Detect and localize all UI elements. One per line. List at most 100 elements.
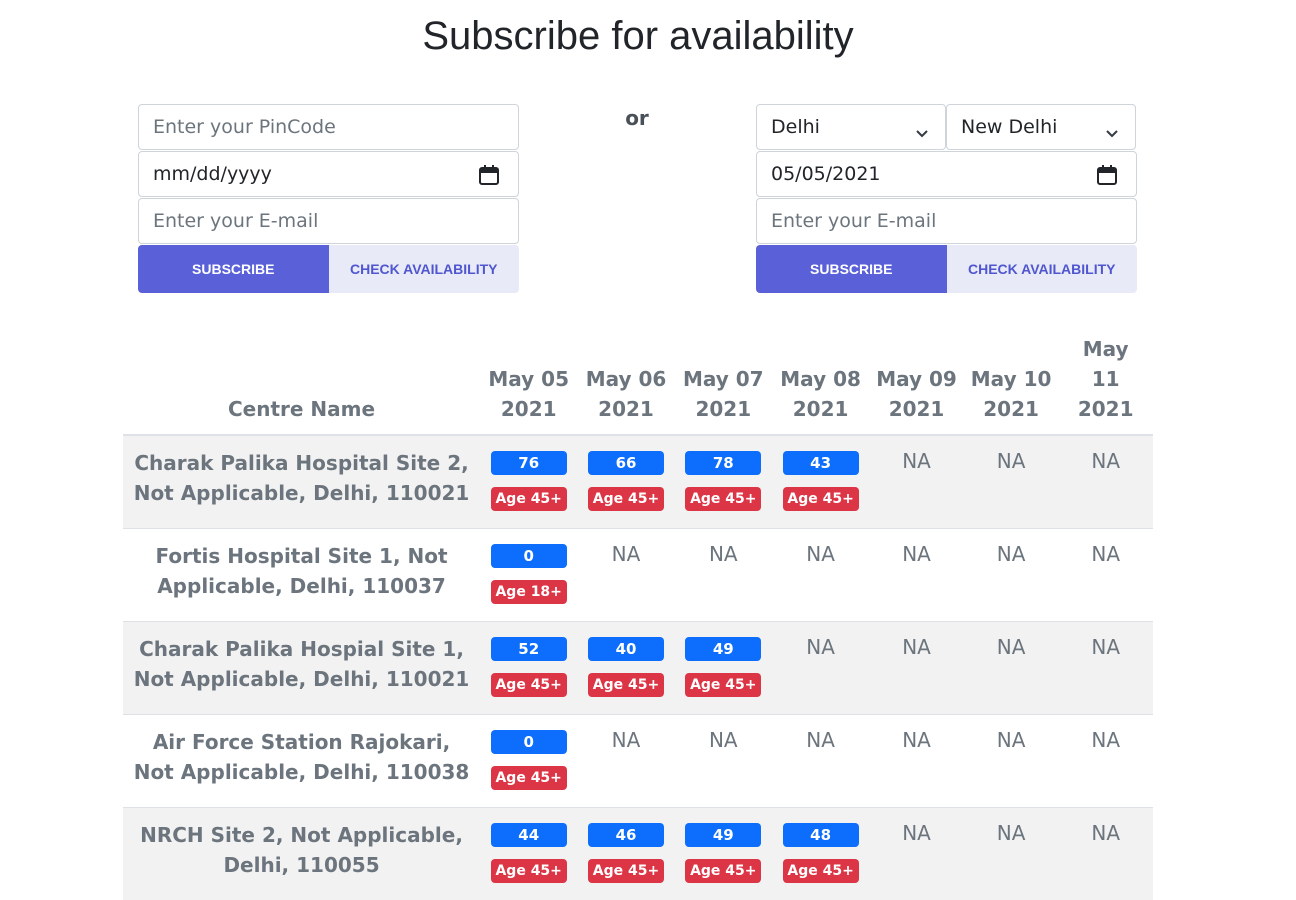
slot-cell: NA (1058, 529, 1153, 622)
age-badge: Age 45+ (783, 859, 859, 883)
slot-cell: NA (869, 622, 964, 715)
date-input[interactable]: 05/05/2021 (756, 151, 1137, 197)
date-header-line: 11 (1060, 364, 1151, 394)
na-label: NA (902, 449, 931, 473)
slot-badges: 78Age 45+ (677, 448, 770, 511)
date-header: May 092021 (869, 330, 964, 435)
slot-cell: 66Age 45+ (577, 435, 674, 529)
date-value: 05/05/2021 (771, 163, 881, 185)
slot-cell: NA (675, 529, 772, 622)
slot-badges: 49 Age 45+ (677, 634, 770, 697)
slot-cell: 46Age 45+ (577, 808, 674, 900)
date-header-line: 2021 (677, 394, 770, 424)
capacity-badge: 49 (685, 823, 761, 847)
date-input[interactable]: mm/dd/yyyy (138, 151, 519, 197)
table-header-row: Centre Name May 052021May 062021May 0720… (123, 330, 1153, 435)
slot-badges: 44Age 45+ (482, 820, 575, 883)
email-input[interactable]: Enter your E-mail (756, 198, 1137, 244)
slot-badges: 48Age 45+ (774, 820, 867, 883)
slot-cell: NA (1058, 622, 1153, 715)
slot-cell: 49 Age 45+ (675, 622, 772, 715)
slot-cell: NA (964, 808, 1059, 900)
date-header-line: May 09 (871, 364, 962, 394)
capacity-badge: 43 (783, 451, 859, 475)
age-badge: Age 45+ (588, 487, 664, 511)
check-availability-button[interactable]: CHECK AVAILABILITY (947, 245, 1138, 293)
table-row: Air Force Station Rajokari, Not Applicab… (123, 715, 1153, 808)
state-select[interactable]: Delhi (756, 104, 946, 150)
pincode-input[interactable]: Enter your PinCode (138, 104, 519, 150)
date-header-line: May 05 (482, 364, 575, 394)
slot-cell: 76Age 45+ (480, 435, 577, 529)
slot-cell: 49 Age 45+ (675, 808, 772, 900)
slot-cell: 40Age 45+ (577, 622, 674, 715)
na-label: NA (1091, 449, 1120, 473)
district-select[interactable]: New Delhi (946, 104, 1136, 150)
date-header: May 052021 (480, 330, 577, 435)
button-group: SUBSCRIBE CHECK AVAILABILITY (756, 245, 1137, 293)
age-badge: Age 45+ (491, 859, 567, 883)
date-header-line: May (1060, 334, 1151, 364)
centre-name-cell: Charak Palika Hospial Site 1, Not Applic… (123, 622, 480, 715)
age-badge: Age 45+ (685, 859, 761, 883)
slot-cell: NA (964, 622, 1059, 715)
age-badge: Age 45+ (491, 673, 567, 697)
capacity-badge: 49 (685, 637, 761, 661)
slot-badges: 49 Age 45+ (677, 820, 770, 883)
slot-cell: 0Age 45+ (480, 715, 577, 808)
slot-badges: 66Age 45+ (579, 448, 672, 511)
slot-cell: NA (1058, 715, 1153, 808)
date-header: May112021 (1058, 330, 1153, 435)
slot-badges: 40Age 45+ (579, 634, 672, 697)
chevron-down-icon (915, 122, 929, 144)
na-label: NA (612, 728, 641, 752)
calendar-icon[interactable] (1096, 164, 1118, 191)
na-label: NA (1091, 821, 1120, 845)
slot-cell: NA (869, 529, 964, 622)
na-label: NA (709, 728, 738, 752)
na-label: NA (902, 542, 931, 566)
slot-badges: 43Age 45+ (774, 448, 867, 511)
date-placeholder: mm/dd/yyyy (153, 163, 272, 185)
page-title: Subscribe for availability (0, 14, 1276, 59)
availability-table: Centre Name May 052021May 062021May 0720… (123, 330, 1153, 900)
slot-badges: 46Age 45+ (579, 820, 672, 883)
table-row: Charak Palika Hospital Site 2, Not Appli… (123, 435, 1153, 529)
date-header: May 072021 (675, 330, 772, 435)
age-badge: Age 45+ (685, 487, 761, 511)
centre-name-header: Centre Name (123, 330, 480, 435)
slot-cell: NA (577, 715, 674, 808)
age-badge: Age 45+ (685, 673, 761, 697)
age-badge: Age 45+ (588, 859, 664, 883)
date-header-line: 2021 (1060, 394, 1151, 424)
na-label: NA (1091, 542, 1120, 566)
age-badge: Age 18+ (491, 580, 567, 604)
subscribe-button[interactable]: SUBSCRIBE (138, 245, 329, 293)
slot-badges: 0Age 18+ (482, 541, 575, 604)
slot-cell: NA (772, 529, 869, 622)
table-row: Fortis Hospital Site 1, Not Applicable, … (123, 529, 1153, 622)
centre-name-cell: NRCH Site 2, Not Applicable, Delhi, 1100… (123, 808, 480, 900)
na-label: NA (997, 821, 1026, 845)
calendar-icon[interactable] (478, 164, 500, 191)
chevron-down-icon (1105, 122, 1119, 144)
centre-name-cell: Charak Palika Hospital Site 2, Not Appli… (123, 435, 480, 529)
slot-cell: 44Age 45+ (480, 808, 577, 900)
slot-cell: NA (964, 715, 1059, 808)
date-header-line: 2021 (966, 394, 1057, 424)
slot-cell: 43Age 45+ (772, 435, 869, 529)
check-availability-button[interactable]: CHECK AVAILABILITY (329, 245, 520, 293)
slot-cell: NA (1058, 808, 1153, 900)
subscribe-button[interactable]: SUBSCRIBE (756, 245, 947, 293)
slot-cell: NA (675, 715, 772, 808)
slot-cell: NA (869, 435, 964, 529)
slot-badges: 52Age 45+ (482, 634, 575, 697)
slot-cell: NA (577, 529, 674, 622)
slot-cell: NA (772, 622, 869, 715)
table-row: Charak Palika Hospial Site 1, Not Applic… (123, 622, 1153, 715)
email-input[interactable]: Enter your E-mail (138, 198, 519, 244)
slot-cell: NA (869, 715, 964, 808)
capacity-badge: 40 (588, 637, 664, 661)
slot-badges: 0Age 45+ (482, 727, 575, 790)
centre-name-cell: Fortis Hospital Site 1, Not Applicable, … (123, 529, 480, 622)
